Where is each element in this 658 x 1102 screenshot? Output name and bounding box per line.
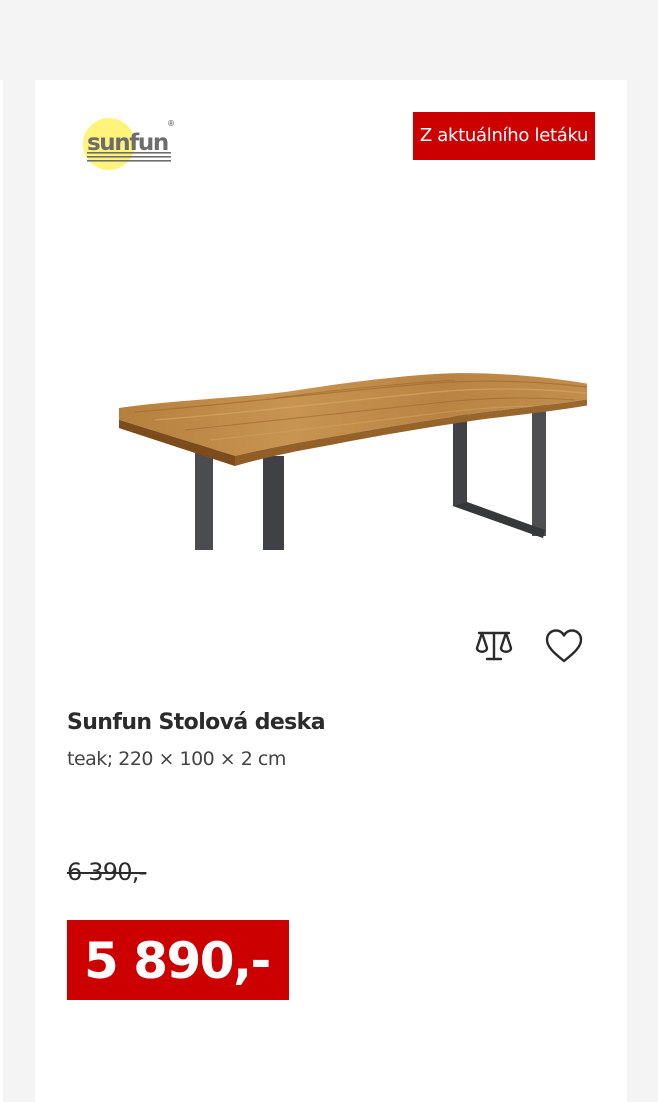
product-title[interactable]: Sunfun Stolová deska — [67, 710, 326, 735]
page: sunfun ® Z aktuálního letáku Sunfun Stol… — [0, 0, 658, 1102]
previous-card-edge — [0, 80, 3, 1102]
scale-icon[interactable] — [472, 624, 516, 668]
svg-text:®: ® — [167, 119, 175, 128]
product-image[interactable] — [75, 280, 587, 550]
old-price: 6 390,- — [67, 858, 147, 886]
brand-logo[interactable]: sunfun ® — [81, 108, 177, 172]
heart-icon[interactable] — [542, 624, 586, 668]
flyer-badge[interactable]: Z aktuálního letáku — [413, 112, 595, 160]
product-card[interactable]: sunfun ® Z aktuálního letáku Sunfun Stol… — [35, 80, 627, 1102]
svg-text:sunfun: sunfun — [87, 130, 168, 156]
product-description: teak; 220 × 100 × 2 cm — [67, 748, 286, 770]
current-price: 5 890,- — [84, 932, 271, 990]
price-box: 5 890,- — [67, 920, 289, 1000]
